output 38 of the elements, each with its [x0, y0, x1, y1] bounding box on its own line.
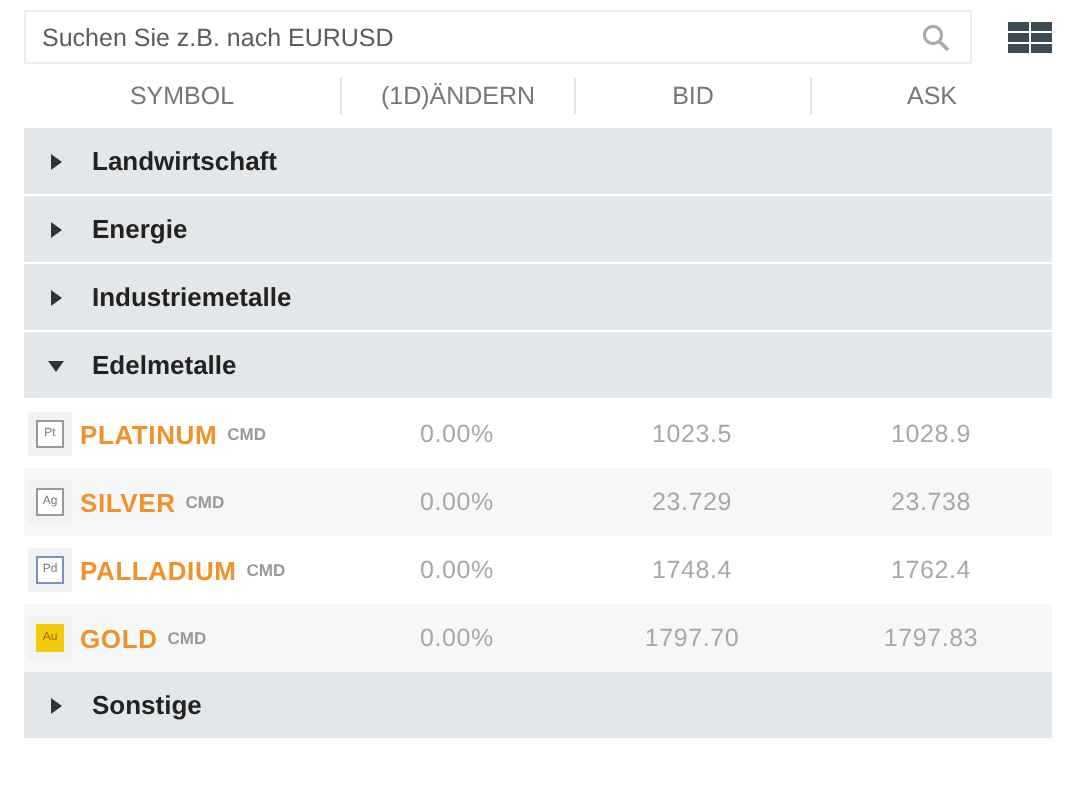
caret-icon: [48, 221, 64, 237]
symbol-type: CMD: [227, 424, 266, 444]
column-header: ASK: [810, 78, 1052, 114]
category-row[interactable]: Energie: [24, 196, 1052, 264]
category-row[interactable]: Landwirtschaft: [24, 128, 1052, 196]
ask-price: 1797.83: [881, 624, 981, 652]
search-icon: [922, 24, 950, 52]
column-header: BID: [574, 78, 810, 114]
caret-icon: [48, 697, 64, 713]
category-name: Landwirtschaft: [92, 146, 277, 176]
ask-price: 23.738: [888, 488, 974, 516]
caret-icon: [48, 357, 64, 373]
bid-price: 1023.5: [649, 420, 735, 448]
category-row[interactable]: Industriemetalle: [24, 264, 1052, 332]
category-name: Edelmetalle: [92, 350, 237, 380]
column-header: SYMBOL: [127, 80, 237, 114]
category-row[interactable]: Sonstige: [24, 672, 1052, 740]
symbol-type: CMD: [167, 628, 207, 648]
bid-price: 1748.4: [649, 556, 735, 584]
category-name: Energie: [92, 214, 188, 244]
caret-icon: [48, 153, 64, 169]
category-row[interactable]: Edelmetalle: [24, 332, 1052, 400]
category-name: Sonstige: [92, 690, 202, 720]
symbol-type: CMD: [185, 492, 225, 512]
change-value: 0.00%: [418, 624, 496, 652]
ask-price: 1762.4: [888, 556, 974, 584]
search-field[interactable]: Suchen Sie z.B. nach EURUSD: [24, 10, 972, 64]
bid-price: 1797.70: [642, 624, 742, 652]
change-value: 0.00%: [418, 420, 496, 448]
grid-view-icon[interactable]: [1008, 21, 1052, 53]
change-value: 0.00%: [418, 556, 496, 584]
column-header: (1D)ÄNDERN: [340, 78, 574, 114]
change-value: 0.00%: [418, 488, 496, 516]
caret-icon: [48, 289, 64, 305]
ask-price: 1028.9: [888, 420, 974, 448]
bid-price: 23.729: [649, 488, 735, 516]
symbol-type: CMD: [246, 560, 286, 580]
category-name: Industriemetalle: [92, 282, 292, 312]
